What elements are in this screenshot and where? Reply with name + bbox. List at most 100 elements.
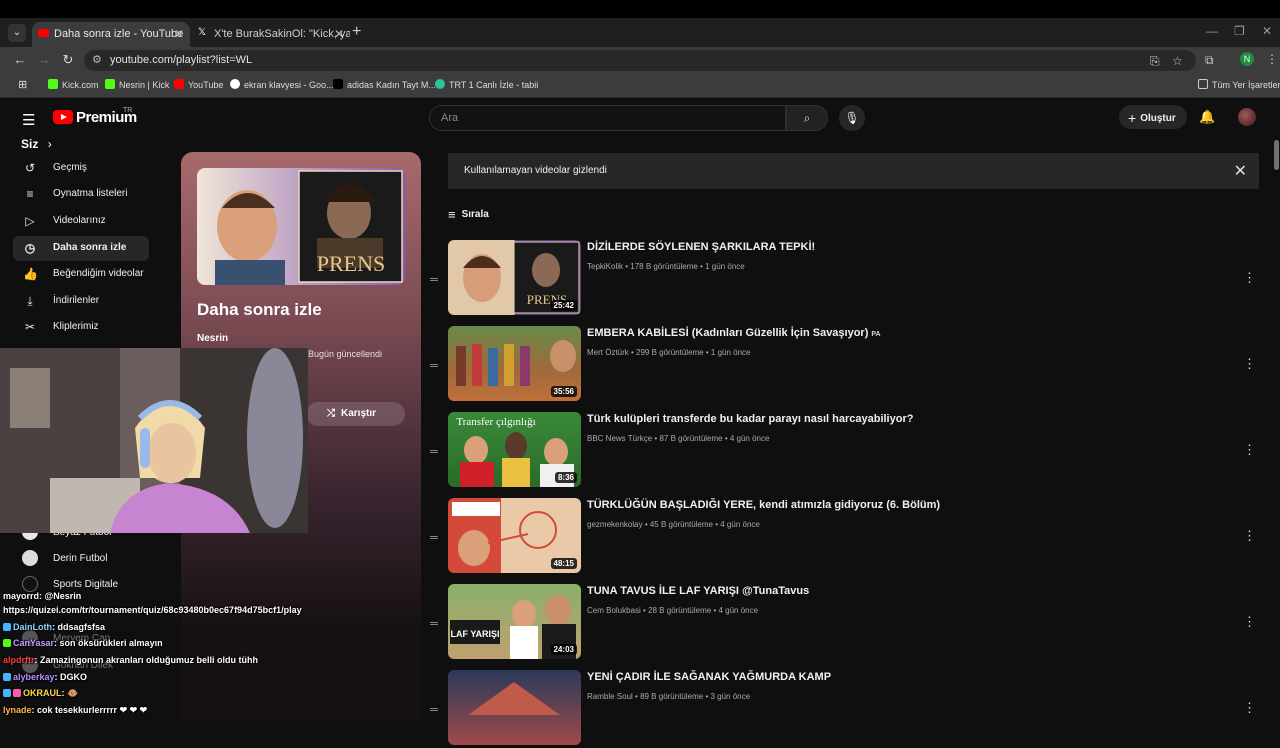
voice-search-button[interactable]: 🎙 [839,105,865,131]
video-title[interactable]: TUNA TAVUS İLE LAF YARIŞI @TunaTavus [587,585,809,597]
tab-youtube[interactable]: Daha sonra izle - YouTube ✕ [32,22,190,47]
subscription-item[interactable]: Derin Futbol [13,550,107,566]
chat-text: : 🐵 [61,688,79,698]
all-bookmarks[interactable]: Tüm Yer İşaretleri [1198,79,1280,90]
bookmark-adidas[interactable]: adidas Kadın Tayt M... [333,79,436,90]
drag-handle-icon[interactable]: ═ [430,446,438,458]
sidebar-you-header[interactable]: Siz › [21,137,52,151]
more-options-icon[interactable]: ⋮ [1243,528,1256,544]
video-thumbnail[interactable]: 35:56 [448,326,581,401]
video-thumbnail[interactable]: Transfer çılgınlığı 8:36 [448,412,581,487]
duration-badge: 25:42 [550,300,577,311]
video-row[interactable]: ═ 35:56 EMBERA KABİLESİ (Kadınları Güzel… [430,326,1259,404]
sidebar-item-watch-later[interactable]: ◷ Daha sonra izle [13,236,149,261]
drag-handle-icon[interactable]: ═ [430,360,438,372]
close-window-icon[interactable]: ✕ [1262,24,1272,38]
bookmark-kick[interactable]: Kick.com [48,79,99,90]
site-info-icon[interactable]: ⚙ [92,53,102,66]
bookmark-trt[interactable]: TRT 1 Canlı İzle - tabii [435,79,538,90]
more-options-icon[interactable]: ⋮ [1243,442,1256,458]
page-scrollbar[interactable] [1274,140,1279,170]
drag-handle-icon[interactable]: ═ [430,704,438,716]
video-thumbnail[interactable] [448,670,581,745]
sidebar-item-downloads[interactable]: ⤓ İndirilenler [13,289,149,314]
video-meta: Cem Bolukbasi • 28 B görüntüleme • 4 gün… [587,606,759,615]
profile-avatar[interactable]: N [1240,52,1254,66]
chat-username: lynade [3,705,32,715]
apps-grid-icon[interactable]: ⊞ [18,78,27,91]
channel-name[interactable]: TepkiKolik [587,262,623,271]
channel-name[interactable]: Cem Bolukbasi [587,606,641,615]
install-app-icon[interactable]: ⎘ [1150,54,1160,69]
bookmark-youtube[interactable]: YouTube [174,79,223,90]
video-row[interactable]: ═ LAF YARIŞI 24:03 TUNA TAVUS İLE LAF YA… [430,584,1259,662]
video-title[interactable]: EMBERA KABİLESİ (Kadınları Güzellik İçin… [587,327,881,339]
chat-message: lynade: cok tesekkurlerrrrr ❤ ❤ ❤ [3,705,147,716]
sort-button[interactable]: ≡ Sırala [448,207,489,222]
bookmark-star-icon[interactable]: ☆ [1172,54,1183,68]
channel-name[interactable]: BBC News Türkçe [587,434,652,443]
tab-search-button[interactable]: ⌄ [8,24,26,42]
shuffle-button[interactable]: ⤮ Karıştır [306,402,405,426]
clips-icon: ✂ [24,320,36,334]
chat-username: DainLoth [13,622,52,632]
drag-handle-icon[interactable]: ═ [430,618,438,630]
more-options-icon[interactable]: ⋮ [1243,700,1256,716]
create-button[interactable]: + Oluştur [1119,105,1187,129]
more-options-icon[interactable]: ⋮ [1243,356,1256,372]
view-count: 299 B görüntüleme [636,348,704,357]
playlist-updated: Bugün güncellendi [308,349,383,359]
address-bar[interactable]: ⚙ youtube.com/playlist?list=WL ⎘ ☆ [84,50,1196,71]
extensions-icon[interactable]: ⧉ [1205,53,1214,68]
browser-menu-icon[interactable]: ⋮ [1266,52,1278,66]
video-title[interactable]: TÜRKLÜĞÜN BAŞLADIĞI YERE, kendi atımızla… [587,499,940,511]
close-icon[interactable]: ✕ [1234,161,1247,181]
video-row[interactable]: ═ YENİ ÇADIR İLE SAĞANAK YAĞMURDA KAMP R… [430,670,1259,748]
bookmark-google[interactable]: ekran klavyesi - Goo... [230,79,334,90]
video-title[interactable]: Türk kulüpleri transferde bu kadar paray… [587,413,913,425]
video-thumbnail[interactable]: LAF YARIŞI 24:03 [448,584,581,659]
channel-name[interactable]: Ramble Soul [587,692,633,701]
channel-name[interactable]: Mert Öztürk [587,348,629,357]
video-thumbnail[interactable]: 48:15 [448,498,581,573]
tab-close-icon[interactable]: ✕ [334,27,344,41]
restore-icon[interactable]: ❐ [1234,24,1245,38]
more-options-icon[interactable]: ⋮ [1243,270,1256,286]
new-tab-button[interactable]: + [352,23,361,41]
channel-name[interactable]: gezmekenkolay [587,520,643,529]
sidebar-item-your-videos[interactable]: ▷ Videolarınız [13,209,149,234]
video-thumbnail[interactable]: PRENS 25:42 [448,240,581,315]
sidebar-item-history[interactable]: ↺ Geçmiş [13,156,149,181]
sidebar-item-liked[interactable]: 👍 Beğendiğim videolar [13,262,149,287]
sidebar-item-playlists[interactable]: ≡ Oynatma listeleri [13,182,149,207]
more-options-icon[interactable]: ⋮ [1243,614,1256,630]
video-row[interactable]: ═ 48:15 TÜRKLÜĞÜN BAŞLADIĞI YERE, kendi … [430,498,1259,576]
chat-text: : @Nesrin [39,591,82,601]
minimize-icon[interactable]: — [1206,24,1218,38]
back-icon[interactable]: ← [11,52,29,67]
account-avatar[interactable] [1238,108,1256,126]
forward-icon[interactable]: → [35,52,53,67]
notifications-bell-icon[interactable]: 🔔 [1199,109,1215,125]
chat-text: : DGKO [54,672,88,682]
drag-handle-icon[interactable]: ═ [430,274,438,286]
drag-handle-icon[interactable]: ═ [430,532,438,544]
search-button[interactable]: ⌕ [786,105,828,131]
playlist-thumbnail[interactable]: PRENS [197,168,405,285]
youtube-logo-icon[interactable] [53,110,73,124]
view-count: 89 B görüntüleme [640,692,704,701]
tab-x[interactable]: 𝕏 X'te BurakSakinOl: "Kick, yakla ✕ [192,22,350,47]
playlist-owner[interactable]: Nesrin [197,333,228,344]
sidebar-item-clips[interactable]: ✂ Kliplerimiz [13,315,149,340]
bookmark-nesrin-kick[interactable]: Nesrin | Kick [105,79,169,90]
chat-username: OKRAUL [23,688,62,698]
reload-icon[interactable]: ↻ [59,52,77,68]
video-title[interactable]: DİZİLERDE SÖYLENEN ŞARKILARA TEPKİ! [587,241,815,253]
tab-close-icon[interactable]: ✕ [174,27,184,41]
playlists-icon: ≡ [26,187,34,201]
video-row[interactable]: ═ Transfer çılgınlığı 8:36 Türk kulüpler… [430,412,1259,490]
search-input[interactable]: Ara [429,105,786,131]
video-title[interactable]: YENİ ÇADIR İLE SAĞANAK YAĞMURDA KAMP [587,671,831,683]
video-row[interactable]: ═ PRENS 25:42 DİZİLERDE SÖYLENEN ŞARKILA… [430,240,1259,318]
menu-icon[interactable]: ☰ [22,111,35,129]
